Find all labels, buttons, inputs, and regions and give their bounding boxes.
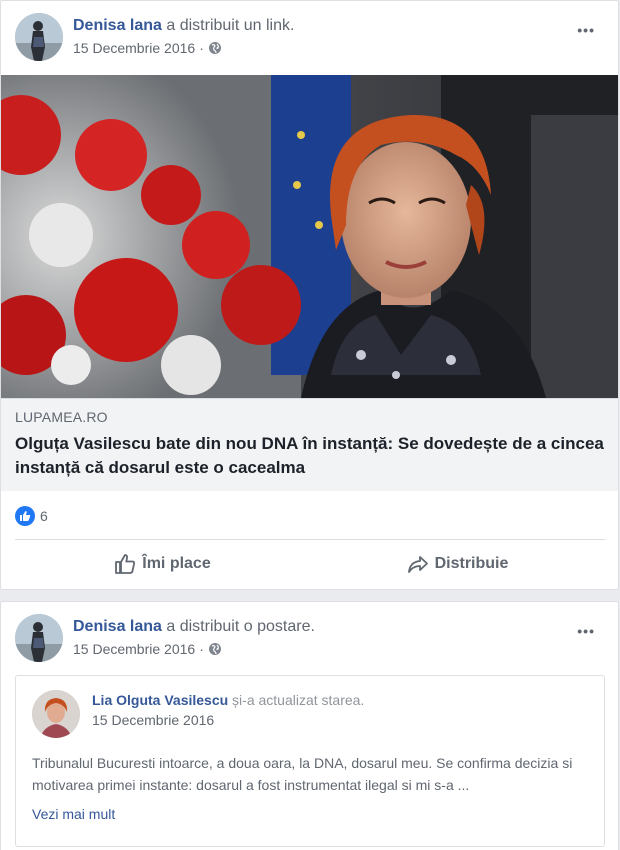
post-meta: 15 Decembrie 2016 · (73, 641, 222, 657)
shared-post-date[interactable]: 15 Decembrie 2016 (92, 712, 214, 728)
post-card-link: Denisa lana a distribuit un link. 15 Dec… (0, 0, 619, 590)
shared-post-text: Tribunalul Bucuresti intoarce, a doua oa… (32, 755, 573, 793)
meta-separator: · (199, 641, 204, 657)
shared-header-line: Lia Olguta Vasilescu și-a actualizat sta… (92, 692, 364, 708)
post-action-text: a distribuit un link. (161, 17, 295, 34)
post-action-text: a distribuit o postare. (161, 618, 315, 635)
share-label: Distribuie (434, 555, 509, 572)
post-date[interactable]: 15 Decembrie 2016 (73, 641, 195, 657)
thumbs-up-icon (115, 554, 136, 574)
post-actions: Îmi place Distribuie (15, 541, 605, 587)
link-preview-image[interactable] (1, 75, 618, 398)
post-header-line: Denisa lana a distribuit o postare. (73, 618, 315, 636)
actions-divider (15, 539, 605, 540)
post-meta: 15 Decembrie 2016 · (73, 40, 222, 56)
shared-author-name[interactable]: Lia Olguta Vasilescu (92, 692, 228, 708)
post-card-shared: Denisa lana a distribuit o postare. 15 D… (0, 601, 619, 850)
author-avatar[interactable] (15, 13, 63, 61)
like-reaction-icon (15, 506, 35, 526)
link-domain: LUPAMEA.RO (15, 409, 108, 425)
meta-separator: · (199, 40, 204, 56)
reaction-count: 6 (40, 508, 48, 524)
see-more-link[interactable]: Vezi mai mult (32, 806, 115, 822)
post-header-line: Denisa lana a distribuit un link. (73, 17, 294, 35)
author-name[interactable]: Denisa lana (73, 618, 162, 635)
shared-action-text: și-a actualizat starea. (228, 692, 365, 708)
reactions-summary[interactable]: 6 (15, 506, 48, 526)
like-label: Îmi place (142, 555, 211, 572)
more-options-icon[interactable]: ••• (577, 624, 595, 638)
link-preview-box[interactable]: LUPAMEA.RO Olguța Vasilescu bate din nou… (1, 398, 618, 491)
share-button[interactable]: Distribuie (310, 541, 605, 587)
author-avatar[interactable] (15, 614, 63, 662)
post-header: Denisa lana a distribuit o postare. 15 D… (15, 614, 605, 664)
share-arrow-icon (407, 556, 428, 573)
more-options-icon[interactable]: ••• (577, 23, 595, 37)
link-title[interactable]: Olguța Vasilescu bate din nou DNA în ins… (15, 432, 615, 480)
shared-author-avatar[interactable] (32, 690, 80, 738)
author-name[interactable]: Denisa lana (73, 17, 162, 34)
post-date[interactable]: 15 Decembrie 2016 (73, 40, 195, 56)
like-button[interactable]: Îmi place (15, 541, 310, 587)
post-header: Denisa lana a distribuit un link. 15 Dec… (15, 13, 605, 63)
globe-icon[interactable] (208, 642, 222, 656)
shared-post[interactable]: Lia Olguta Vasilescu și-a actualizat sta… (15, 675, 605, 847)
globe-icon[interactable] (208, 41, 222, 55)
